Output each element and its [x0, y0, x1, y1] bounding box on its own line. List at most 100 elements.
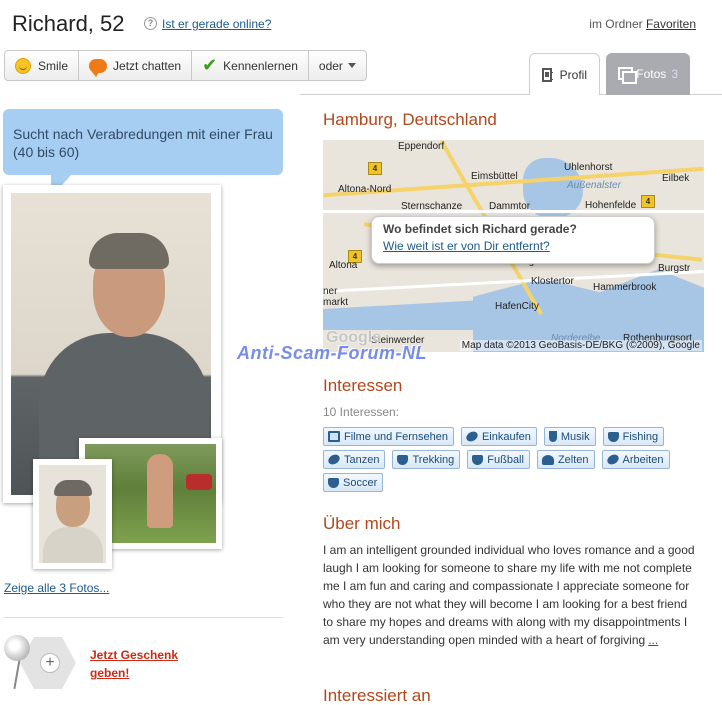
folder-info: im Ordner Favoriten	[589, 17, 696, 31]
map-label: Burgstr	[658, 263, 691, 274]
tab-profile-label: Profil	[559, 67, 587, 82]
interest-label: Arbeiten	[622, 453, 664, 466]
interest-chip[interactable]: Trekking	[392, 450, 461, 469]
checkmark-icon: ✔	[202, 55, 218, 75]
meet-button[interactable]: ✔ Kennenlernen	[192, 51, 309, 80]
map-label: Hohenfelde	[585, 200, 637, 211]
tab-photos-label: Fotos	[636, 67, 667, 81]
distance-link[interactable]: Wie weit ist er von Dir entfernt?	[383, 239, 643, 253]
interests-list: Filme und Fernsehen Einkaufen Musik Fish…	[323, 427, 693, 492]
photos-count: 3	[671, 67, 678, 81]
interest-chip[interactable]: Musik	[543, 427, 596, 446]
help-icon[interactable]: ?	[144, 17, 157, 30]
interest-label: Zelten	[557, 453, 589, 466]
more-label: oder	[318, 58, 343, 73]
guitar-icon	[326, 452, 342, 467]
interested-in-title: Interessiert an	[323, 686, 431, 705]
folder-prefix: im Ordner	[589, 17, 643, 31]
interest-chip[interactable]: Fishing	[602, 427, 665, 446]
map-label: Uhlenhorst	[564, 162, 613, 173]
meet-label: Kennenlernen	[223, 58, 298, 73]
divider	[3, 617, 283, 618]
location-title: Hamburg, Deutschland	[323, 110, 497, 129]
interests-count: 10 Interessen:	[323, 405, 400, 419]
gift-button[interactable]: +	[4, 633, 76, 695]
trophy-icon	[397, 454, 409, 465]
interests-title: Interessen	[323, 376, 403, 395]
trophy-icon	[328, 477, 339, 488]
chevron-down-icon	[347, 63, 356, 68]
gift-link-line2: geben!	[90, 666, 130, 680]
interest-label: Einkaufen	[481, 430, 531, 443]
interest-label: Filme und Fernsehen	[344, 430, 448, 443]
smile-label: Smile	[38, 58, 69, 73]
photo-thumbnail-portrait[interactable]	[33, 459, 112, 569]
gift-link-line1: Jetzt Geschenk	[90, 648, 179, 662]
map-label: HafenCity	[495, 301, 539, 312]
map-label: Eppendorf	[398, 141, 445, 152]
road-shield: 4	[641, 195, 655, 208]
interest-chip[interactable]: Fußball	[467, 450, 530, 469]
map-credit: Map data ©2013 GeoBasis-DE/BKG (©2009), …	[459, 340, 702, 351]
action-bar: Smile Jetzt chatten ✔ Kennenlernen oder	[4, 50, 367, 81]
map-popup-title: Wo befindet sich Richard gerade?	[383, 222, 577, 236]
profile-card-icon	[542, 67, 553, 82]
interest-label: Trekking	[412, 453, 455, 466]
music-note-icon	[548, 431, 557, 442]
rose-icon	[4, 635, 30, 661]
location-map[interactable]: 4 4 4 Eppendorf Uhlenhorst Eimsbüttel Ei…	[323, 140, 704, 352]
trophy-icon	[472, 454, 484, 465]
map-label: Altona-Nord	[338, 184, 392, 195]
plus-icon: +	[40, 653, 60, 673]
photos-icon	[618, 67, 638, 84]
interest-chip[interactable]: Filme und Fernsehen	[323, 427, 454, 446]
map-label: markt	[323, 297, 348, 308]
about-title: Über mich	[323, 514, 401, 533]
tv-icon	[328, 431, 340, 442]
guitar-icon	[464, 429, 480, 444]
map-label: Dammtor	[489, 201, 531, 212]
watermark: Anti-Scam-Forum-NL	[237, 343, 427, 363]
map-label: Außenalster	[567, 180, 621, 191]
tab-profile[interactable]: Profil	[529, 53, 600, 95]
more-actions-dropdown[interactable]: oder	[309, 51, 366, 80]
guitar-icon	[605, 452, 620, 467]
map-label: Hammerbrook	[593, 282, 657, 293]
trophy-icon	[607, 431, 619, 442]
interest-label: Soccer	[343, 476, 378, 489]
interest-label: Musik	[560, 430, 590, 443]
show-all-photos-link[interactable]: Zeige alle 3 Fotos...	[4, 581, 109, 595]
road-shield: 4	[368, 162, 382, 175]
looking-for-bubble: Sucht nach Verabredungen mit einer Frau …	[3, 109, 283, 197]
map-label: Eilbek	[662, 173, 690, 184]
favorites-link[interactable]: Favoriten	[646, 17, 696, 31]
online-status-link[interactable]: Ist er gerade online?	[162, 17, 271, 31]
rose-stem	[13, 659, 21, 689]
map-label: ner	[323, 286, 338, 297]
interest-chip[interactable]: Soccer	[323, 473, 384, 492]
interest-label: Fußball	[487, 453, 524, 466]
interest-chip[interactable]: Zelten	[536, 450, 595, 469]
smiley-icon	[15, 57, 31, 74]
about-text: I am an intelligent grounded individual …	[323, 541, 698, 649]
interest-label: Tanzen	[344, 453, 380, 466]
thumbnail-portrait-image	[39, 465, 106, 563]
tent-icon	[541, 454, 554, 465]
give-gift-link[interactable]: Jetzt Geschenk geben!	[90, 646, 190, 682]
interest-chip[interactable]: Arbeiten	[601, 450, 670, 469]
chat-button[interactable]: Jetzt chatten	[79, 51, 193, 80]
map-label: Eimsbüttel	[471, 171, 518, 182]
profile-name-age: Richard, 52	[12, 11, 125, 36]
chat-label: Jetzt chatten	[113, 58, 182, 73]
map-info-popup: Wo befindet sich Richard gerade? Wie wei…	[371, 216, 655, 264]
tab-photos[interactable]: Fotos 3	[606, 53, 690, 95]
smile-button[interactable]: Smile	[5, 51, 80, 80]
about-body: I am an intelligent grounded individual …	[323, 543, 695, 647]
interest-chip[interactable]: Einkaufen	[460, 427, 537, 446]
read-more-link[interactable]: ...	[648, 633, 658, 647]
looking-for-text: Sucht nach Verabredungen mit einer Frau …	[13, 126, 273, 160]
interest-label: Fishing	[622, 430, 659, 443]
map-label: Sternschanze	[401, 201, 463, 212]
map-label: Altona	[329, 260, 358, 271]
interest-chip[interactable]: Tanzen	[323, 450, 386, 469]
